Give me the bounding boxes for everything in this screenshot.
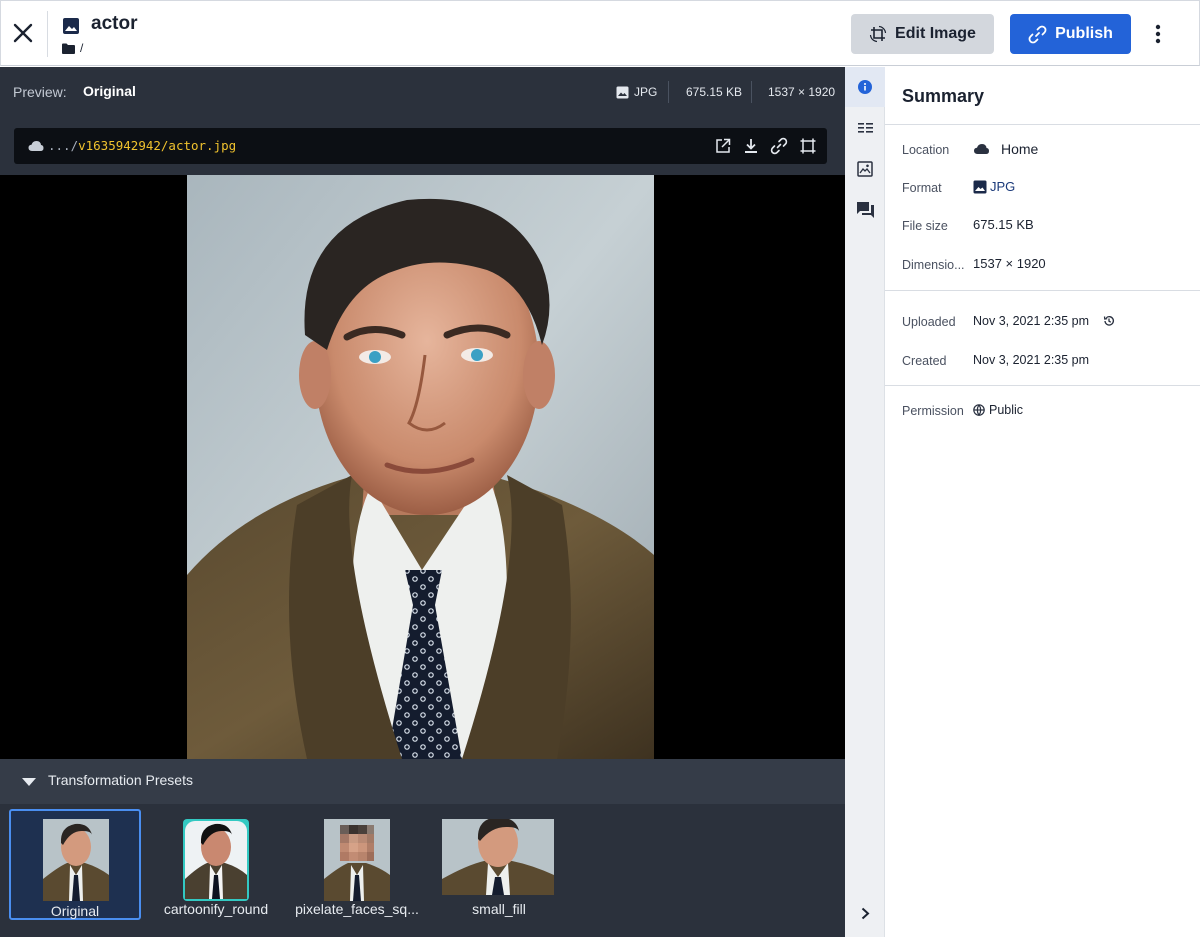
location-value[interactable]: Home — [973, 141, 1038, 157]
preset-thumbnail — [324, 819, 390, 901]
image-preview-area — [0, 175, 845, 759]
presets-row: Original cartoonify_round pixelate_faces… — [0, 804, 845, 937]
preview-header: Preview: Original JPG 675.15 KB 1537 × 1… — [0, 67, 845, 119]
preview-label: Preview: — [13, 84, 67, 100]
crop-icon[interactable] — [799, 137, 817, 155]
crop-rotate-icon — [869, 25, 887, 43]
link-icon — [1028, 25, 1047, 43]
url-path: v1635942942/actor.jpg — [78, 138, 237, 153]
url-prefix: .../ — [48, 138, 79, 153]
preview-file-size: 675.15 KB — [686, 85, 743, 99]
file-size-value: 675.15 KB — [973, 217, 1034, 232]
preview-value: Original — [83, 83, 136, 99]
file-size-label: File size — [902, 219, 948, 233]
url-bar: .../v1635942942/actor.jpg — [14, 128, 827, 164]
permission-value[interactable]: Public — [973, 403, 1023, 417]
asset-preview-image — [187, 175, 654, 759]
rail-info-tab[interactable] — [845, 67, 885, 107]
open-external-icon[interactable] — [714, 137, 732, 155]
header-divider — [47, 11, 48, 57]
dimensions-label: Dimensio... — [902, 258, 965, 272]
close-button[interactable] — [9, 17, 39, 49]
created-value: Nov 3, 2021 2:35 pm — [973, 353, 1090, 367]
asset-title: actor — [91, 13, 138, 34]
globe-icon — [973, 404, 985, 416]
format-label: Format — [902, 181, 942, 195]
more-vertical-icon — [1155, 24, 1161, 44]
chevron-right-icon — [861, 907, 869, 919]
close-icon — [13, 23, 33, 43]
caret-down-icon — [22, 778, 36, 786]
preset-pixelate-faces[interactable]: pixelate_faces_sq... — [290, 809, 424, 920]
uploaded-value: Nov 3, 2021 2:35 pm — [973, 314, 1115, 328]
presets-header[interactable]: Transformation Presets — [0, 759, 845, 804]
edit-image-button[interactable]: Edit Image — [851, 14, 994, 54]
summary-panel: Summary Location Home Format JPG File si… — [885, 67, 1200, 937]
url-strip: .../v1635942942/actor.jpg — [0, 119, 845, 175]
preset-thumbnail — [442, 819, 554, 895]
list-icon — [857, 123, 873, 133]
publish-label: Publish — [1055, 25, 1113, 42]
preset-label: small_fill — [472, 901, 526, 917]
asset-url[interactable]: .../v1635942942/actor.jpg — [48, 138, 236, 153]
presets-title: Transformation Presets — [48, 772, 193, 788]
preset-small-fill[interactable]: small_fill — [437, 809, 561, 920]
history-icon[interactable] — [1103, 315, 1115, 327]
dimensions-value: 1537 × 1920 — [973, 256, 1046, 271]
preset-label: cartoonify_round — [163, 901, 269, 917]
more-options-button[interactable] — [1146, 21, 1170, 47]
preset-thumbnail — [183, 819, 249, 901]
preview-dimensions: 1537 × 1920 — [768, 85, 836, 99]
info-icon — [858, 80, 872, 94]
download-icon[interactable] — [742, 137, 760, 155]
meta-divider — [751, 81, 752, 103]
format-value: JPG — [973, 179, 1015, 194]
publish-button[interactable]: Publish — [1010, 14, 1131, 54]
side-tool-rail — [845, 67, 885, 937]
uploaded-label: Uploaded — [902, 315, 956, 329]
divider — [885, 290, 1200, 291]
preview-format: JPG — [616, 85, 657, 99]
rail-analysis-tab[interactable] — [845, 149, 885, 189]
divider — [885, 124, 1200, 125]
preset-label: Original — [50, 903, 100, 919]
rail-comments-tab[interactable] — [845, 190, 885, 230]
preset-thumbnail — [43, 819, 109, 901]
summary-title: Summary — [902, 86, 985, 106]
link-icon[interactable] — [770, 137, 788, 155]
rail-metadata-tab[interactable] — [845, 108, 885, 148]
preset-cartoonify-round[interactable]: cartoonify_round — [156, 809, 276, 920]
edit-image-label: Edit Image — [895, 25, 976, 42]
breadcrumb[interactable]: / — [62, 41, 83, 55]
permission-label: Permission — [902, 404, 964, 418]
comments-icon — [856, 202, 874, 218]
image-analysis-icon — [857, 161, 873, 177]
image-icon — [63, 18, 79, 34]
rail-expand-button[interactable] — [845, 893, 885, 933]
cloud-icon — [974, 144, 989, 154]
folder-icon — [62, 43, 75, 54]
location-label: Location — [902, 143, 950, 157]
meta-divider — [668, 81, 669, 103]
preset-original[interactable]: Original — [9, 809, 141, 920]
cloud-icon — [28, 141, 44, 151]
divider — [885, 385, 1200, 386]
folder-path: / — [80, 41, 84, 55]
preset-label: pixelate_faces_sq... — [295, 901, 419, 917]
image-icon — [616, 86, 629, 98]
image-icon — [973, 180, 987, 193]
top-bar: actor / Edit Image Publish — [0, 0, 1200, 66]
created-label: Created — [902, 354, 947, 368]
